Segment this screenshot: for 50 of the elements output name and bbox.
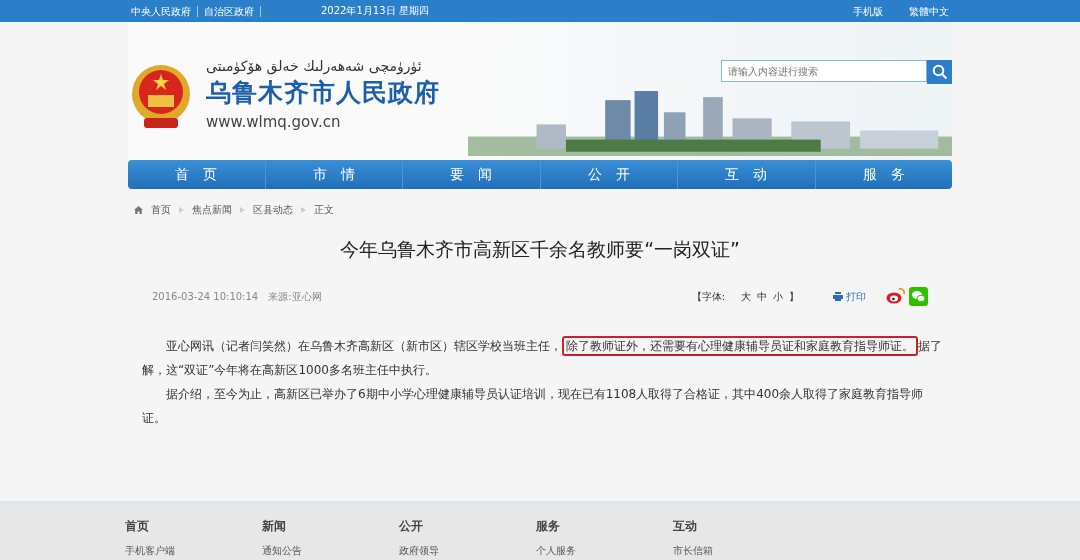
footer-link[interactable]: 市长信箱	[673, 544, 810, 558]
breadcrumb-link[interactable]: 首页	[151, 203, 171, 217]
site-name-uyghur: ئۈرۈمچى شەھەرلىك خەلق ھۆكۈمىتى	[206, 58, 423, 74]
footer-link[interactable]: 手机客户端	[125, 544, 262, 558]
footer-link[interactable]: 政府领导	[399, 544, 536, 558]
top-link[interactable]: 中央人民政府	[125, 5, 198, 17]
nav-tab[interactable]: 互 动	[677, 160, 815, 189]
nav-tab[interactable]: 首 页	[128, 160, 265, 189]
site-name: 乌鲁木齐市人民政府	[206, 77, 440, 109]
font-size-link[interactable]: 中	[757, 289, 767, 304]
home-icon	[134, 206, 143, 214]
article-paragraph: 亚心网讯（记者闫笑然）在乌鲁木齐高新区（新市区）辖区学校当班主任， 除了教师证外，还需要有心理健康辅导员证和家庭教育指导师证。 据了解，这“双证”今年将在高新区1000多名班主任中执行。	[142, 334, 942, 382]
print-link[interactable]: 打印	[833, 289, 866, 304]
font-size-link[interactable]: 小	[773, 289, 783, 304]
publish-date: 2016-03-24 10:10:14	[152, 291, 259, 302]
printer-icon	[833, 292, 843, 301]
footer-link[interactable]: 通知公告	[262, 544, 399, 558]
font-size-label: 【字体:	[691, 289, 725, 304]
article-title: 今年乌鲁木齐市高新区千余名教师要“一岗双证”	[339, 237, 741, 262]
national-emblem-icon	[132, 65, 190, 128]
top-link[interactable]: 手机版	[847, 5, 889, 17]
breadcrumb-current: 正文	[314, 203, 334, 217]
nav-tab[interactable]: 公 开	[539, 160, 677, 189]
nav-tab[interactable]: 服 务	[814, 160, 952, 189]
nav-tab[interactable]: 市 情	[264, 160, 402, 189]
search-icon	[931, 64, 948, 80]
separator-icon	[240, 207, 245, 213]
footer-link[interactable]: 个人服务	[536, 544, 673, 558]
footer-heading: 互动	[673, 518, 698, 535]
breadcrumb-link[interactable]: 焦点新闻	[192, 203, 232, 217]
footer-heading: 公开	[399, 518, 424, 535]
search-field[interactable]: 请输入内容进行搜索	[721, 60, 927, 82]
article-paragraph: 据介绍，至今为止，高新区已举办了6期中小学心理健康辅导员认证培训，现在已有1108人取得了合格证，其中400余人取得了家庭教育指导师证。	[142, 386, 925, 427]
top-link[interactable]: 自治区政府	[198, 5, 261, 17]
footer-heading: 新闻	[262, 518, 287, 535]
footer-heading: 首页	[125, 518, 150, 535]
weibo-share-icon[interactable]	[886, 287, 905, 304]
font-size-link[interactable]: 大	[741, 289, 751, 304]
bracket-text: 】	[789, 289, 799, 304]
breadcrumb-link[interactable]: 区县动态	[253, 203, 293, 217]
separator-icon	[179, 207, 184, 213]
footer-heading: 服务	[536, 518, 561, 535]
separator-icon	[301, 207, 306, 213]
top-link[interactable]: 繁體中文	[903, 5, 955, 17]
search-button[interactable]	[927, 60, 952, 84]
site-url: www.wlmq.gov.cn	[206, 113, 342, 131]
date-text: 2022年1月13日 星期四	[321, 4, 429, 18]
wechat-share-icon[interactable]	[909, 287, 928, 306]
source-text: 来源:亚心网	[268, 289, 322, 304]
nav-tab[interactable]: 要 闻	[402, 160, 540, 189]
